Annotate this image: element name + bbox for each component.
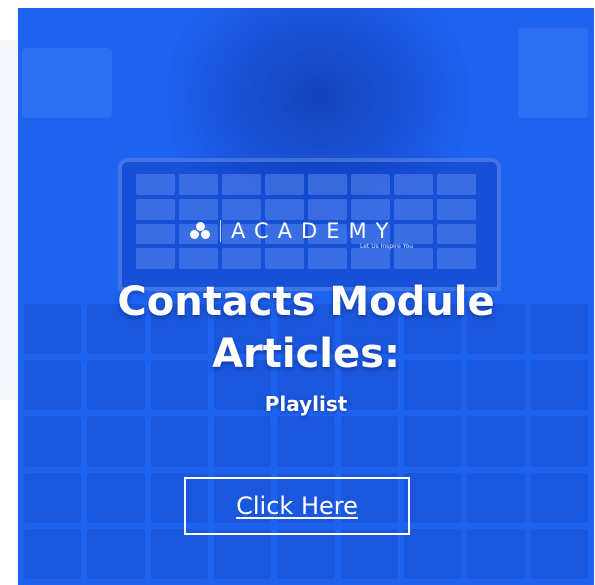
- click-here-label[interactable]: Click Here: [236, 492, 358, 520]
- academy-promo-banner[interactable]: ACADEMY Let Us Inspire You Contacts Modu…: [18, 8, 594, 585]
- click-here-button[interactable]: Click Here: [184, 477, 410, 535]
- banner-title: Contacts Module Articles:: [18, 276, 594, 380]
- page: ACADEMY Let Us Inspire You Contacts Modu…: [0, 0, 595, 585]
- three-dots-logo-icon: [190, 222, 212, 240]
- banner-subtitle: Playlist: [264, 392, 348, 416]
- banner-title-line2: Articles:: [212, 331, 400, 377]
- brand-tagline: Let Us Inspire You: [360, 243, 414, 250]
- banner-title-line1: Contacts Module: [117, 279, 495, 325]
- logo-divider: [220, 220, 221, 242]
- brand-name: ACADEMY: [231, 219, 398, 243]
- background-panel-left: [22, 48, 112, 118]
- academy-logo: ACADEMY: [190, 216, 397, 246]
- background-panel-right: [518, 28, 588, 118]
